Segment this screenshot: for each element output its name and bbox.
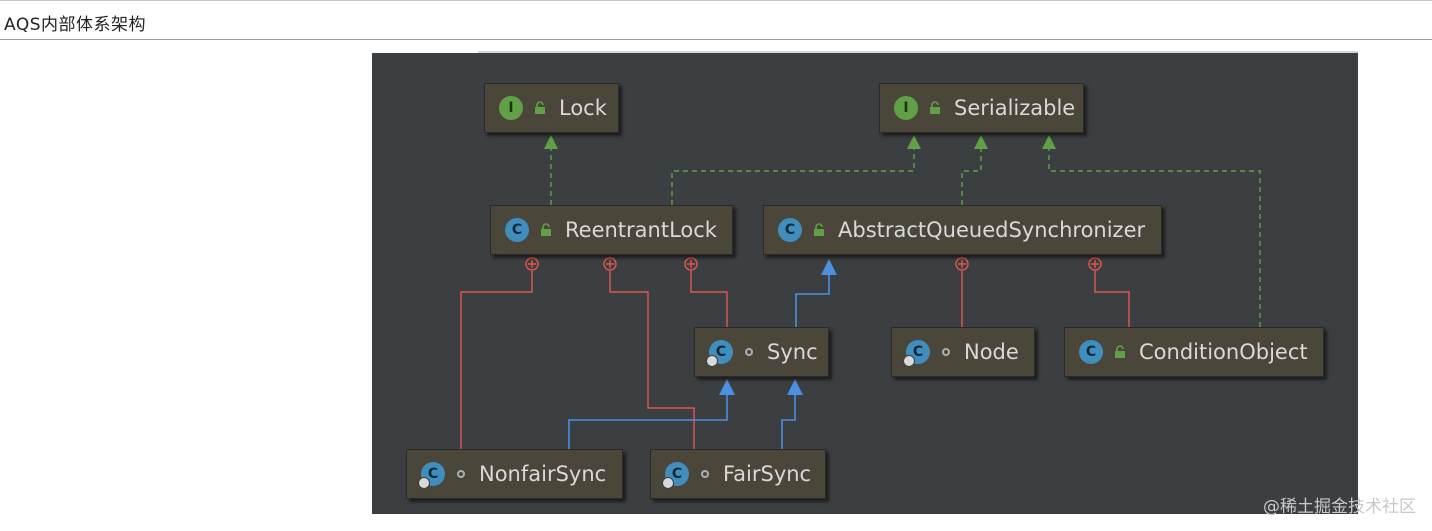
public-lock-icon — [814, 223, 824, 236]
static-class-icon: C — [662, 462, 689, 489]
package-visibility-icon — [701, 470, 709, 478]
class-icon: C — [778, 218, 802, 242]
edge-sync-reentrantlock — [690, 271, 728, 327]
arrow-serializable-3 — [1042, 135, 1056, 149]
node-label: Node — [964, 340, 1019, 364]
node-lock[interactable]: I Lock — [484, 83, 619, 133]
package-visibility-icon — [745, 348, 753, 356]
static-class-icon: C — [903, 340, 930, 367]
edge-fairsync-sync — [781, 391, 796, 449]
node-fairsync[interactable]: C FairSync — [650, 449, 826, 499]
node-label: Serializable — [954, 96, 1076, 120]
package-visibility-icon — [457, 470, 465, 478]
node-label: ReentrantLock — [565, 218, 717, 242]
node-conditionobject[interactable]: C ConditionObject — [1064, 327, 1324, 377]
static-class-icon: C — [418, 462, 445, 489]
edge-sync-aqs — [795, 271, 830, 327]
node-node[interactable]: C Node — [891, 327, 1035, 377]
watermark: @稀土掘金技术社区 — [1263, 497, 1416, 517]
edge-fairsync-reentrantlock — [609, 271, 695, 449]
node-aqs[interactable]: C AbstractQueuedSynchronizer — [763, 205, 1162, 255]
edge-conditionobject-aqs — [1094, 271, 1130, 327]
package-visibility-icon — [942, 348, 950, 356]
arrow-aqs — [821, 259, 837, 275]
node-label: FairSync — [723, 462, 812, 486]
static-class-icon: C — [706, 340, 733, 367]
public-lock-icon — [1115, 345, 1125, 358]
page-header: AQS内部体系架构 — [0, 0, 1432, 40]
node-reentrantlock[interactable]: C ReentrantLock — [490, 205, 733, 255]
interface-icon: I — [894, 96, 918, 120]
public-lock-icon — [541, 223, 551, 236]
node-sync[interactable]: C Sync — [694, 327, 829, 377]
implements-arrowheads — [544, 135, 1056, 149]
edge-nonfairsync-reentrantlock — [460, 271, 533, 449]
node-label: AbstractQueuedSynchronizer — [838, 218, 1146, 242]
node-label: NonfairSync — [479, 462, 607, 486]
node-nonfairsync[interactable]: C NonfairSync — [406, 449, 623, 499]
node-serializable[interactable]: I Serializable — [879, 83, 1084, 133]
class-icon: C — [505, 218, 529, 242]
arrow-lock — [544, 135, 558, 149]
edge-reentrantlock-serializable — [671, 145, 915, 205]
public-lock-icon — [535, 101, 545, 114]
arrow-sync-1 — [719, 379, 735, 395]
class-icon: C — [1079, 340, 1103, 364]
public-lock-icon — [930, 101, 940, 114]
node-label: ConditionObject — [1139, 340, 1308, 364]
class-diagram: I Lock I Serializable C ReentrantLock C … — [372, 53, 1358, 514]
interface-icon: I — [499, 96, 523, 120]
arrow-serializable-1 — [907, 135, 921, 149]
node-label: Sync — [767, 340, 818, 364]
edge-aqs-serializable — [961, 145, 982, 205]
page-title: AQS内部体系架构 — [4, 15, 147, 35]
node-label: Lock — [559, 96, 607, 120]
arrow-serializable-2 — [974, 135, 988, 149]
arrow-sync-2 — [787, 379, 803, 395]
